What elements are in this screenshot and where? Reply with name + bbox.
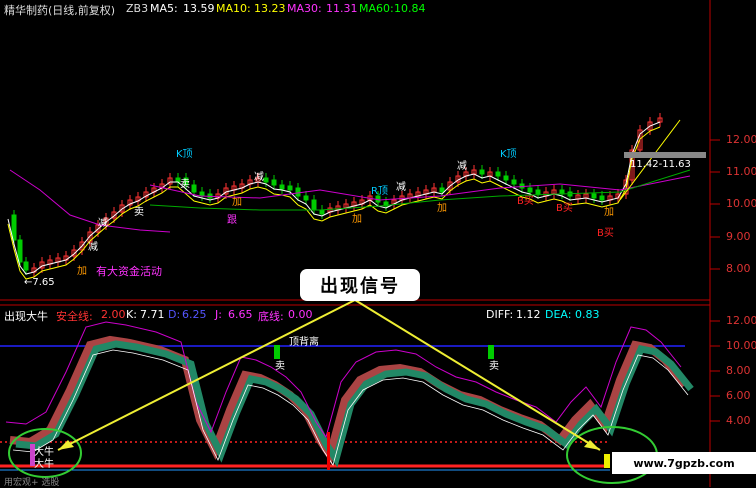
buy-signal: B买 bbox=[597, 228, 614, 239]
ind-sell-signal: 卖 bbox=[489, 361, 499, 372]
watermark: www.7gpzb.com bbox=[612, 452, 756, 474]
candle-body bbox=[295, 187, 301, 197]
big-money-note: 有大资金活动 bbox=[96, 265, 162, 278]
dea-label: DEA: bbox=[545, 308, 572, 321]
candle-body bbox=[319, 209, 325, 215]
k-value: 7.71 bbox=[140, 308, 165, 321]
r-top-signal: R顶 bbox=[371, 186, 388, 197]
price-tick-8: 8.00 bbox=[726, 262, 751, 275]
candle-body bbox=[17, 239, 23, 263]
buy-signal: B买 bbox=[517, 196, 534, 207]
sell-signal: 卖 bbox=[180, 179, 190, 190]
candle-body bbox=[503, 175, 509, 181]
buy-signal: B买 bbox=[556, 203, 573, 214]
bottom-line-value: 0.00 bbox=[288, 308, 313, 321]
candle-body bbox=[271, 179, 277, 186]
price-range-box: 11.42-11.63 bbox=[630, 159, 691, 170]
reduce-signal: 减 bbox=[98, 218, 108, 229]
signal-callout: 出现信号 bbox=[300, 269, 420, 301]
ind-tick-10: 10.00 bbox=[726, 339, 756, 352]
candle-body bbox=[511, 179, 517, 185]
formula-name: ZB3 bbox=[126, 2, 149, 15]
bottom-line-label: 底线: bbox=[258, 310, 284, 323]
add-signal: 加 bbox=[232, 197, 242, 208]
ma30-value: 11.31 bbox=[326, 2, 358, 15]
d-value: 6.25 bbox=[182, 308, 207, 321]
stock-chart-canvas bbox=[0, 0, 720, 487]
ma10-value: 13.23 bbox=[254, 2, 286, 15]
price-range-bar bbox=[624, 152, 706, 158]
low-price-marker: ←7.65 bbox=[24, 277, 55, 288]
candle-body bbox=[311, 199, 317, 211]
ind-tick-8: 8.00 bbox=[726, 364, 751, 377]
hold-signal: 跟 bbox=[227, 215, 237, 226]
price-tick-12: 12.00 bbox=[726, 133, 756, 146]
candle-body bbox=[439, 187, 445, 193]
k-top-signal: K顶 bbox=[500, 149, 517, 160]
candle-body bbox=[23, 261, 29, 271]
candle-body bbox=[199, 191, 205, 197]
sell-signal: 卖 bbox=[134, 207, 144, 218]
add-signal: 加 bbox=[352, 214, 362, 225]
j-value: 6.65 bbox=[228, 308, 253, 321]
safe-line-label: 安全线: bbox=[56, 310, 93, 323]
price-tick-11: 11.00 bbox=[726, 165, 756, 178]
diff-value: 1.12 bbox=[516, 308, 541, 321]
candle-body bbox=[263, 177, 269, 183]
signal-bar bbox=[327, 432, 330, 470]
candle-body bbox=[287, 185, 293, 191]
reduce-signal: 减 bbox=[88, 242, 98, 253]
dea-value: 0.83 bbox=[575, 308, 600, 321]
d-label: D: bbox=[168, 308, 181, 321]
k-band bbox=[9, 335, 689, 465]
ind-sell-signal: 卖 bbox=[275, 361, 285, 372]
price-tick-10: 10.00 bbox=[726, 197, 756, 210]
candle-body bbox=[279, 184, 285, 190]
reduce-signal: 减 bbox=[254, 172, 264, 183]
reduce-signal: 减 bbox=[457, 161, 467, 172]
candle-body bbox=[535, 189, 541, 195]
footer-text: 用宏观+ 选股 bbox=[4, 478, 60, 488]
signal-bar-end bbox=[604, 454, 610, 468]
candle-body bbox=[495, 171, 501, 177]
ind-tick-6: 6.00 bbox=[726, 389, 751, 402]
add-signal: 加 bbox=[77, 266, 87, 277]
price-tick-9: 9.00 bbox=[726, 230, 751, 243]
j-label: J: bbox=[215, 308, 222, 321]
reduce-signal: 减 bbox=[396, 182, 406, 193]
indicator-name: 出现大牛 bbox=[4, 310, 48, 323]
candle-body bbox=[591, 193, 597, 199]
ma60-value: 10.84 bbox=[394, 2, 426, 15]
ind-tick-12: 12.00 bbox=[726, 314, 756, 327]
diff-label: DIFF: bbox=[486, 308, 514, 321]
ma10-label: MA10: bbox=[216, 2, 251, 15]
add-signal: 加 bbox=[604, 207, 614, 218]
k-label: K: bbox=[126, 308, 137, 321]
safe-line-value: 2.00 bbox=[101, 308, 126, 321]
ma5-value: 13.59 bbox=[183, 2, 215, 15]
candle-body bbox=[599, 195, 605, 201]
big-bull-signal: 大牛 bbox=[34, 459, 54, 470]
add-signal: 加 bbox=[437, 203, 447, 214]
top-divergence-label: 顶背离 bbox=[289, 337, 319, 348]
k-top-signal: K顶 bbox=[176, 149, 193, 160]
ma60-label: MA60: bbox=[359, 2, 394, 15]
ind-tick-4: 4.00 bbox=[726, 414, 751, 427]
stock-title: 精华制药(日线,前复权) bbox=[4, 4, 116, 17]
ma30-label: MA30: bbox=[287, 2, 322, 15]
candle-body bbox=[303, 195, 309, 201]
ma5-label: MA5: bbox=[150, 2, 178, 15]
candle-body bbox=[191, 184, 197, 193]
candle-body bbox=[479, 169, 485, 175]
